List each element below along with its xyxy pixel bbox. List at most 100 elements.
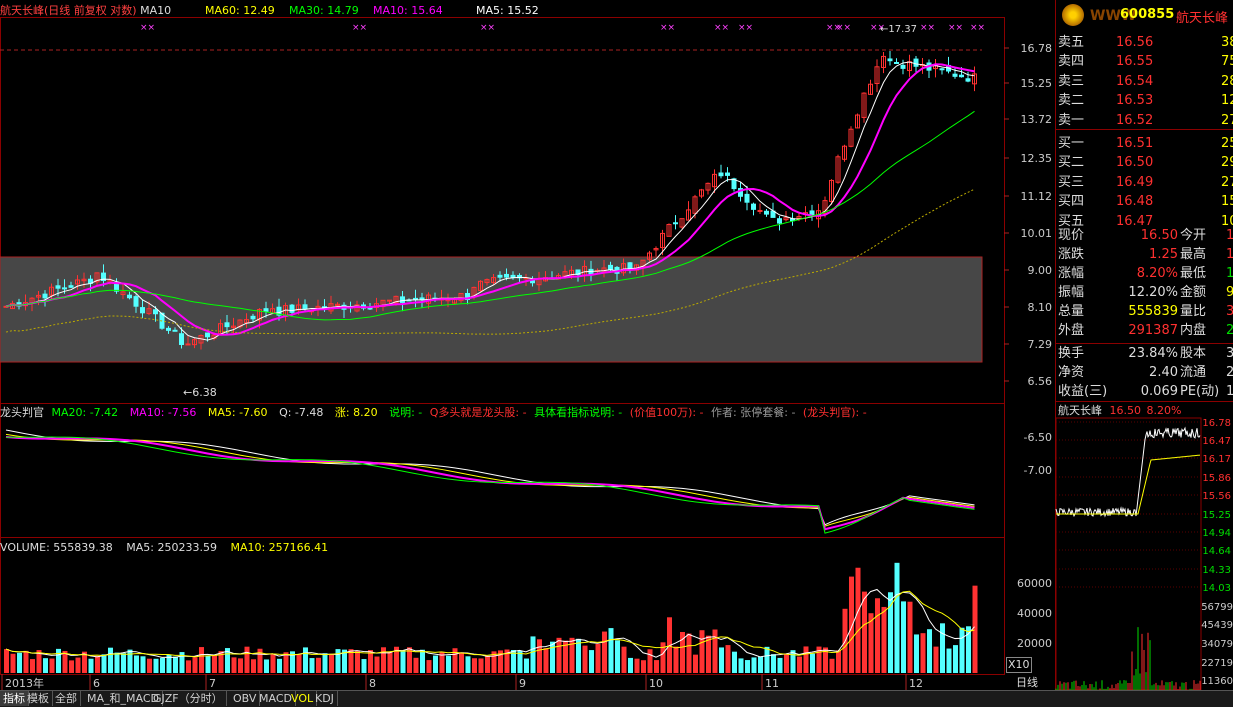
volume-bar xyxy=(244,646,250,673)
stats-row: 总量 555839 量比 3. xyxy=(1058,302,1233,321)
ob-label: 卖二 xyxy=(1058,93,1085,109)
volume-bar xyxy=(43,658,48,673)
volume-bar xyxy=(95,656,100,673)
stats-cell: 涨跌 xyxy=(1058,247,1085,262)
volume-bar xyxy=(121,653,126,673)
candle-body xyxy=(400,296,405,304)
ob-price: 16.54 xyxy=(1116,73,1154,89)
volume-bar xyxy=(907,601,913,673)
stats-cell: 1.25 xyxy=(1149,247,1178,262)
candle-body xyxy=(744,193,750,203)
order-book-row: 卖二 16.53 12 xyxy=(1058,91,1233,110)
volume-bar xyxy=(140,656,146,673)
volume-bar xyxy=(478,658,484,673)
candle-body xyxy=(900,64,906,69)
tab-4[interactable]: GJZF（分时） xyxy=(150,691,227,706)
volume-bar xyxy=(764,646,770,673)
candle-body xyxy=(777,218,782,224)
tab-2[interactable]: 全部 xyxy=(52,691,81,706)
ind-name: MA10 xyxy=(140,4,172,17)
volume-bar xyxy=(550,641,555,673)
order-book-row: 买三 16.49 27 xyxy=(1058,173,1233,192)
mini-vol-label: 34079 xyxy=(1201,639,1233,650)
price-tick-label: 7.29 xyxy=(1028,338,1053,351)
indicator-tick-label: -7.00 xyxy=(1024,464,1052,477)
candle-body xyxy=(55,285,61,289)
stats-row: 换手 23.84% 股本 3.32 xyxy=(1058,344,1233,363)
volume-bar xyxy=(875,598,880,673)
ma10-label: MA10: 15.64 xyxy=(373,4,443,17)
stats-cell: 量比 xyxy=(1180,304,1207,319)
period-label[interactable]: 日线 xyxy=(1016,676,1038,690)
volume-bar xyxy=(881,606,887,673)
signal-mark: ×× xyxy=(920,23,935,33)
price-tick-label: 10.01 xyxy=(1021,227,1053,240)
volume-bar xyxy=(524,658,529,673)
mini-header: 航天长峰 16.50 8.20% xyxy=(1058,404,1182,417)
candle-body xyxy=(959,74,964,78)
volume-bar xyxy=(459,652,464,673)
stats-row: 外盘 291387 内盘 26449 xyxy=(1058,321,1233,340)
ob-volume: 29 xyxy=(1221,155,1233,171)
tab-8[interactable]: KDJ xyxy=(312,691,338,706)
mini-price-label: 14.64 xyxy=(1202,546,1231,557)
date-tick-label: 11 xyxy=(765,677,779,690)
volume-tick-label: 60000 xyxy=(1017,577,1052,590)
candle-body xyxy=(68,285,74,288)
mini-frame xyxy=(1055,417,1202,691)
ob-label: 买一 xyxy=(1058,136,1085,151)
volume-bar xyxy=(153,658,159,673)
candle-body xyxy=(289,304,295,313)
volume-bar xyxy=(49,658,55,673)
ma30-label: MA30: 14.79 xyxy=(289,4,359,17)
volume-bar xyxy=(160,657,165,673)
ob-volume: 75 xyxy=(1221,54,1233,70)
candle-body xyxy=(302,304,308,310)
signal-mark: ×× xyxy=(140,23,155,33)
candle-body xyxy=(939,68,945,71)
candle-body xyxy=(725,172,730,176)
stats-row: 涨幅 8.20% 最低 14.9 xyxy=(1058,264,1233,283)
date-tick-label: 6 xyxy=(93,677,100,690)
volume-bar xyxy=(101,654,107,673)
signal-mark: ×× xyxy=(948,23,963,33)
volume-bar xyxy=(725,645,731,673)
indicator-header: 龙头判官 MA20: -7.42 MA10: -7.56 MA5: -7.60 … xyxy=(0,406,867,419)
mini-price-label: 16.47 xyxy=(1202,436,1231,447)
volume-bar xyxy=(374,656,380,673)
volume-bar xyxy=(322,653,328,673)
ob-volume: 27 xyxy=(1221,112,1233,128)
ob-label: 卖四 xyxy=(1058,54,1085,70)
signal-mark: ×× xyxy=(660,23,675,33)
kline-chart-canvas[interactable]: 16.7815.2513.7212.3511.1210.019.008.107.… xyxy=(0,0,1233,706)
tab-1[interactable]: 模板 xyxy=(24,691,53,706)
volume-bar xyxy=(277,658,282,673)
price-tick-label: 9.00 xyxy=(1028,264,1053,277)
candle-body xyxy=(965,78,971,82)
stats-cell: 现价 xyxy=(1058,228,1085,243)
volume-bar xyxy=(784,653,789,673)
stats-cell: 555839 xyxy=(1128,304,1178,319)
volume-bar xyxy=(147,658,152,673)
volume-bar xyxy=(387,651,393,673)
volume-bar xyxy=(251,659,256,673)
mini-price-label: 15.56 xyxy=(1202,491,1231,502)
candle-body xyxy=(718,172,724,177)
ob-label: 卖三 xyxy=(1058,73,1085,89)
stats-cell: 今开 xyxy=(1180,228,1207,243)
ob-volume: 27 xyxy=(1221,174,1233,190)
stats-cell: 26449 xyxy=(1226,323,1233,338)
volume-ma-lines xyxy=(5,588,975,658)
mini-price-label: 16.78 xyxy=(1202,418,1231,429)
stats-cell: 2.33 xyxy=(1226,365,1233,380)
candle-body xyxy=(497,274,503,278)
signal-mark: ×× xyxy=(352,23,367,33)
volume-bar xyxy=(634,658,640,673)
ob-label: 买二 xyxy=(1058,155,1085,171)
candle-body xyxy=(504,273,509,278)
mini-vol-label: 11360 xyxy=(1201,676,1233,687)
volume-bar xyxy=(608,628,614,673)
volume-bar xyxy=(238,658,243,673)
volume-bar xyxy=(686,633,692,673)
stats-cell: 3. xyxy=(1226,304,1233,319)
